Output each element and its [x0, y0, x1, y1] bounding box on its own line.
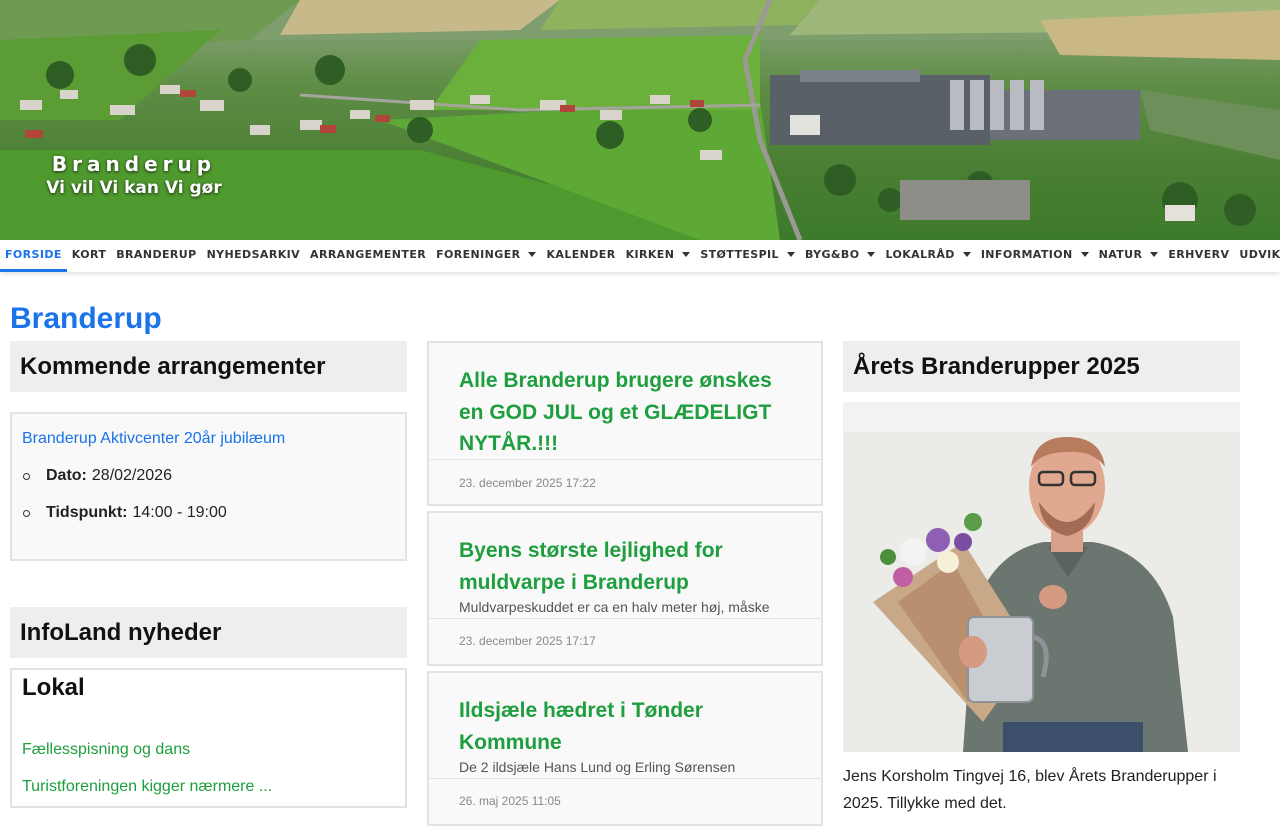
site-title-name: Branderup	[51, 152, 217, 176]
infoland-link[interactable]: Turistforeningen kigger nærmere ...	[22, 778, 272, 796]
infoland-subheading: Lokal	[22, 674, 85, 701]
infoland-news-card: Lokal Fællesspisning og dans Turistforen…	[10, 668, 407, 808]
nav-item-label: INFORMATION	[980, 248, 1073, 261]
nav-item-forside[interactable]: FORSIDE	[0, 240, 67, 272]
bullet-icon	[23, 509, 30, 517]
nav-item-byg-bo[interactable]: BYG&BO	[800, 240, 881, 272]
post-card: Ildsjæle hædret i Tønder Kommune De 2 il…	[427, 671, 823, 826]
nav-item-kalender[interactable]: KALENDER	[541, 240, 620, 272]
page-title: Branderup	[10, 302, 162, 335]
event-card: Branderup Aktivcenter 20år jubilæum Dato…	[10, 412, 407, 561]
site-title[interactable]: Branderup Vi vil Vi kan Vi gør	[0, 152, 268, 198]
nav-item-label: KIRKEN	[625, 248, 675, 261]
nav-item-label: STØTTESPIL	[700, 248, 779, 261]
infoland-heading: InfoLand nyheder	[10, 607, 407, 658]
header-banner: Branderup Vi vil Vi kan Vi gør	[0, 0, 1280, 240]
chevron-down-icon[interactable]	[962, 252, 971, 257]
nav-item-nyhedsarkiv[interactable]: NYHEDSARKIV	[202, 240, 305, 272]
nav-item-kirken[interactable]: KIRKEN	[621, 240, 696, 272]
nav-item-information[interactable]: INFORMATION	[976, 240, 1094, 272]
post-excerpt: Muldvarpeskuddet er ca en halv meter høj…	[459, 599, 770, 615]
nav-item-label: KALENDER	[546, 248, 616, 261]
post-title-link[interactable]: Alle Branderup brugere ønskes en GOD JUL…	[459, 365, 789, 460]
event-date-value: 28/02/2026	[91, 467, 172, 484]
person-with-bouquet-image	[843, 402, 1240, 752]
events-heading: Kommende arrangementer	[10, 341, 407, 392]
event-date-label: Dato:	[46, 467, 87, 484]
nav-item-støttespil[interactable]: STØTTESPIL	[695, 240, 800, 272]
nav-item-udvikling[interactable]: UDVIKLING	[1234, 240, 1280, 272]
nav-item-natur[interactable]: NATUR	[1094, 240, 1164, 272]
chevron-down-icon[interactable]	[682, 252, 691, 257]
nav-item-branderup[interactable]: BRANDERUP	[111, 240, 201, 272]
nav-item-foreninger[interactable]: FORENINGER	[431, 240, 541, 272]
event-time-row: Tidspunkt: 14:00 - 19:00	[22, 504, 227, 522]
infoland-link[interactable]: Fællesspisning og dans	[22, 741, 190, 759]
post-date: 23. december 2025 17:17	[459, 634, 596, 648]
chevron-down-icon[interactable]	[786, 252, 795, 257]
nav-item-label: BRANDERUP	[116, 248, 197, 261]
nav-item-erhverv[interactable]: ERHVERV	[1163, 240, 1234, 272]
nav-item-lokalråd[interactable]: LOKALRÅD	[880, 240, 975, 272]
bullet-icon	[23, 472, 30, 480]
nav-item-label: FORENINGER	[436, 248, 521, 261]
site-slogan: Vi vil Vi kan Vi gør	[46, 178, 222, 198]
post-date: 23. december 2025 17:22	[459, 476, 596, 490]
post-divider	[429, 459, 821, 460]
main-nav: FORSIDE KORT BRANDERUP NYHEDSARKIV ARRANGEME…	[0, 240, 1280, 272]
nav-item-label: ARRANGEMENTER	[310, 248, 427, 261]
nav-item-label: BYG&BO	[804, 248, 860, 261]
award-caption: Jens Korsholm Tingvej 16, blev Årets Bra…	[843, 768, 1217, 812]
nav-item-arrangementer[interactable]: ARRANGEMENTER	[305, 240, 431, 272]
event-time-label: Tidspunkt:	[46, 504, 128, 521]
event-time-value: 14:00 - 19:00	[132, 504, 227, 521]
chevron-down-icon[interactable]	[528, 252, 537, 257]
event-title-link[interactable]: Branderup Aktivcenter 20år jubilæum	[22, 430, 285, 448]
post-title-link[interactable]: Ildsjæle hædret i Tønder Kommune	[459, 695, 789, 758]
chevron-down-icon[interactable]	[867, 252, 876, 257]
nav-item-label: LOKALRÅD	[885, 248, 955, 261]
event-date-row: Dato: 28/02/2026	[22, 467, 172, 485]
nav-item-label: UDVIKLING	[1239, 248, 1280, 261]
nav-item-label: FORSIDE	[5, 248, 62, 261]
post-card: Byens største lejlighed for muldvarpe i …	[427, 511, 823, 666]
nav-item-kort[interactable]: KORT	[67, 240, 111, 272]
award-winner-photo[interactable]	[843, 402, 1240, 752]
post-divider	[429, 618, 821, 619]
post-divider	[429, 778, 821, 779]
village-aerial-photo	[0, 0, 1280, 240]
post-excerpt: De 2 ildsjæle Hans Lund og Erling Sørens…	[459, 759, 736, 775]
post-date: 26. maj 2025 11:05	[459, 794, 561, 808]
chevron-down-icon[interactable]	[1080, 252, 1089, 257]
post-title-link[interactable]: Byens største lejlighed for muldvarpe i …	[459, 535, 789, 598]
nav-item-label: KORT	[71, 248, 107, 261]
award-heading: Årets Branderupper 2025	[843, 341, 1240, 392]
nav-item-label: ERHVERV	[1168, 248, 1230, 261]
chevron-down-icon[interactable]	[1150, 252, 1159, 257]
nav-item-label: NYHEDSARKIV	[206, 248, 301, 261]
nav-item-label: NATUR	[1098, 248, 1143, 261]
post-card: Alle Branderup brugere ønskes en GOD JUL…	[427, 341, 823, 506]
